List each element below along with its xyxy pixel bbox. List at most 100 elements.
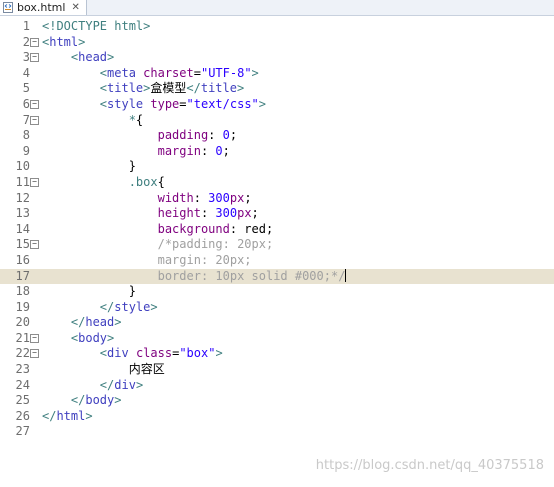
code-token: body xyxy=(85,393,115,408)
code-token: body xyxy=(78,330,108,345)
code-token: > xyxy=(150,299,158,314)
code-editor: box.html ✕ 1 <!DOCTYPE html> 2− <html> 3− <h… xyxy=(0,0,554,487)
code-line[interactable]: 19 </style> xyxy=(0,300,554,316)
line-number: 16 xyxy=(15,252,30,267)
code-line[interactable]: 13 height: 300px; xyxy=(0,206,554,222)
fold-toggle-icon[interactable]: − xyxy=(30,240,39,250)
line-number: 21 xyxy=(15,330,30,345)
line-text: <html> xyxy=(42,35,85,51)
fold-toggle-icon[interactable]: − xyxy=(30,53,39,63)
line-number: 5 xyxy=(22,81,30,96)
code-line[interactable]: 6− <style type="text/css"> xyxy=(0,97,554,113)
code-line[interactable]: 23 内容区 xyxy=(0,362,554,378)
text-cursor xyxy=(345,268,347,282)
fold-toggle-icon[interactable]: − xyxy=(30,349,39,359)
line-text: /*padding: 20px; xyxy=(42,237,274,253)
code-line[interactable]: 24 </div> xyxy=(0,378,554,394)
code-line[interactable]: 8 padding: 0; xyxy=(0,128,554,144)
line-number: 15 xyxy=(15,237,30,252)
line-number: 4 xyxy=(22,65,30,80)
code-token: } xyxy=(42,284,136,299)
code-line[interactable]: 12 width: 300px; xyxy=(0,191,554,207)
line-number: 10 xyxy=(15,159,30,174)
code-line[interactable]: 10 } xyxy=(0,159,554,175)
line-text: } xyxy=(42,159,136,175)
code-line[interactable]: 11− .box{ xyxy=(0,175,554,191)
line-number: 3 xyxy=(22,50,30,65)
code-line[interactable]: 4 <meta charset="UTF-8"> xyxy=(0,66,554,82)
line-number: 12 xyxy=(15,190,30,205)
code-line[interactable]: 14 background: red; xyxy=(0,222,554,238)
code-token: html xyxy=(56,408,86,423)
code-line[interactable]: 26 </html> xyxy=(0,409,554,425)
code-line[interactable]: 22− <div class="box"> xyxy=(0,346,554,362)
line-number: 11 xyxy=(15,174,30,189)
code-token: margin: 20px; xyxy=(42,252,252,267)
code-token: 0 xyxy=(215,143,223,158)
watermark: https://blog.csdn.net/qq_40375518 xyxy=(315,458,544,473)
code-token: 内容区 xyxy=(42,362,165,377)
code-token: ; xyxy=(244,190,252,205)
code-line[interactable]: 7− *{ xyxy=(0,113,554,129)
code-token: > xyxy=(258,96,266,111)
code-area[interactable]: 1 <!DOCTYPE html> 2− <html> 3− <head> 4 <meta… xyxy=(0,19,554,440)
code-token: 0 xyxy=(222,128,230,143)
code-line[interactable]: 1 <!DOCTYPE html> xyxy=(0,19,554,35)
fold-toggle-icon[interactable]: − xyxy=(30,115,39,125)
editor-tab-bar: box.html ✕ xyxy=(0,0,554,16)
code-token: > xyxy=(251,65,259,80)
line-number: 22 xyxy=(15,346,30,361)
code-token: > xyxy=(215,346,223,361)
code-token: = xyxy=(179,96,187,111)
line-text: <meta charset="UTF-8"> xyxy=(42,66,259,82)
fold-toggle-icon[interactable]: − xyxy=(30,99,39,109)
line-text: height: 300px; xyxy=(42,206,259,222)
code-token: > xyxy=(107,330,115,345)
line-number: 2 xyxy=(22,34,30,49)
code-line[interactable]: 5 <title>盒模型</title> xyxy=(0,81,554,97)
code-line[interactable]: 21− <body> xyxy=(0,331,554,347)
line-text: <head> xyxy=(42,50,114,66)
line-number: 18 xyxy=(15,284,30,299)
line-number: 13 xyxy=(15,206,30,221)
line-number: 23 xyxy=(15,362,30,377)
code-token: > xyxy=(114,315,122,330)
code-line[interactable]: 3− <head> xyxy=(0,50,554,66)
code-token: margin xyxy=(42,143,201,158)
fold-toggle-icon[interactable]: − xyxy=(30,37,39,47)
code-token: : xyxy=(193,190,209,205)
code-line[interactable]: 20 </head> xyxy=(0,315,554,331)
code-line[interactable]: 2− <html> xyxy=(0,35,554,51)
line-text: </body> xyxy=(42,393,122,409)
line-number: 9 xyxy=(22,143,30,158)
line-text: background: red; xyxy=(42,221,274,238)
code-token: html xyxy=(49,34,79,49)
code-line[interactable]: 27 xyxy=(0,424,554,440)
tab-box-html[interactable]: box.html ✕ xyxy=(0,0,87,15)
line-text: <!DOCTYPE html> xyxy=(42,19,150,35)
code-line[interactable]: 25 </body> xyxy=(0,393,554,409)
code-token: /*padding: 20px; xyxy=(42,237,274,252)
code-token: : red; xyxy=(229,221,274,236)
code-token: ; xyxy=(229,128,238,143)
code-line[interactable]: 17 border: 10px solid #000;*/ xyxy=(0,268,554,285)
code-line[interactable]: 16 margin: 20px; xyxy=(0,253,554,269)
code-token: style xyxy=(114,299,151,314)
line-text: </head> xyxy=(42,315,122,331)
code-token: height xyxy=(42,206,201,221)
fold-toggle-icon[interactable]: − xyxy=(30,333,39,343)
code-token: * xyxy=(42,112,136,127)
code-token: "text/css" xyxy=(186,96,259,111)
fold-toggle-icon[interactable]: − xyxy=(30,177,39,187)
code-token: > xyxy=(236,81,245,96)
code-line[interactable]: 15− /*padding: 20px; xyxy=(0,237,554,253)
code-token: > xyxy=(78,34,86,49)
code-token: meta xyxy=(107,65,136,80)
line-number: 1 xyxy=(22,19,30,33)
line-text: 内容区 xyxy=(42,362,165,378)
code-line[interactable]: 18 } xyxy=(0,284,554,300)
code-line[interactable]: 9 margin: 0; xyxy=(0,144,554,160)
line-text: margin: 0; xyxy=(42,144,230,160)
close-icon[interactable]: ✕ xyxy=(71,2,79,13)
line-text: <title>盒模型</title> xyxy=(42,81,244,97)
